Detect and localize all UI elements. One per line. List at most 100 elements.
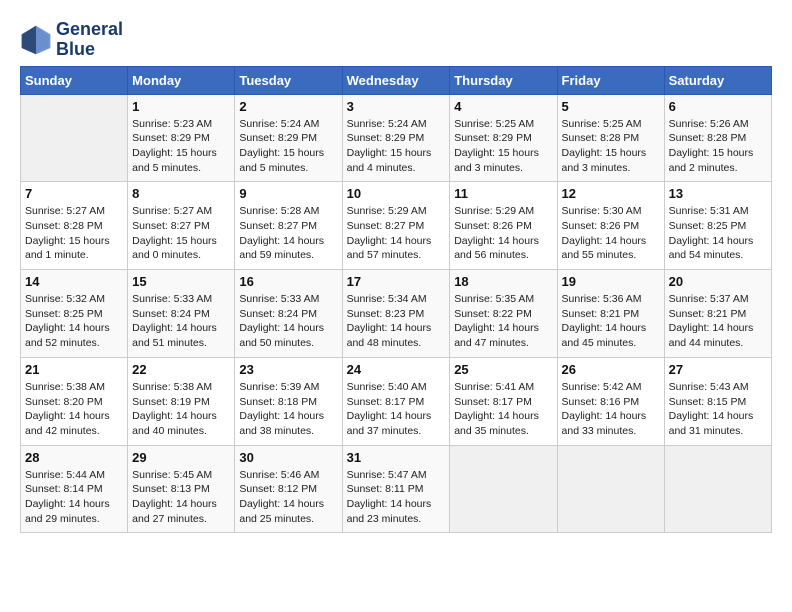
day-info: Sunrise: 5:33 AM Sunset: 8:24 PM Dayligh… — [132, 292, 230, 351]
day-info: Sunrise: 5:46 AM Sunset: 8:12 PM Dayligh… — [239, 468, 337, 527]
day-info: Sunrise: 5:36 AM Sunset: 8:21 PM Dayligh… — [562, 292, 660, 351]
day-number: 4 — [454, 99, 552, 114]
day-number: 20 — [669, 274, 767, 289]
day-number: 13 — [669, 186, 767, 201]
day-info: Sunrise: 5:38 AM Sunset: 8:19 PM Dayligh… — [132, 380, 230, 439]
calendar-cell — [21, 94, 128, 182]
day-info: Sunrise: 5:30 AM Sunset: 8:26 PM Dayligh… — [562, 204, 660, 263]
column-header-saturday: Saturday — [664, 66, 771, 94]
calendar-cell: 29 Sunrise: 5:45 AM Sunset: 8:13 PM Dayli… — [128, 445, 235, 533]
day-info: Sunrise: 5:31 AM Sunset: 8:25 PM Dayligh… — [669, 204, 767, 263]
day-number: 27 — [669, 362, 767, 377]
calendar-cell: 28 Sunrise: 5:44 AM Sunset: 8:14 PM Dayli… — [21, 445, 128, 533]
day-info: Sunrise: 5:41 AM Sunset: 8:17 PM Dayligh… — [454, 380, 552, 439]
day-info: Sunrise: 5:25 AM Sunset: 8:28 PM Dayligh… — [562, 117, 660, 176]
calendar-cell: 20 Sunrise: 5:37 AM Sunset: 8:21 PM Dayli… — [664, 270, 771, 358]
day-number: 17 — [347, 274, 446, 289]
calendar-cell: 13 Sunrise: 5:31 AM Sunset: 8:25 PM Dayli… — [664, 182, 771, 270]
calendar-cell — [664, 445, 771, 533]
calendar-cell: 23 Sunrise: 5:39 AM Sunset: 8:18 PM Dayli… — [235, 357, 342, 445]
calendar-cell: 10 Sunrise: 5:29 AM Sunset: 8:27 PM Dayli… — [342, 182, 450, 270]
day-number: 19 — [562, 274, 660, 289]
calendar-cell: 1Sunrise: 5:23 AM Sunset: 8:29 PM Daylig… — [128, 94, 235, 182]
calendar-week-3: 14Sunrise: 5:32 AM Sunset: 8:25 PM Dayli… — [21, 270, 772, 358]
calendar-cell: 19 Sunrise: 5:36 AM Sunset: 8:21 PM Dayli… — [557, 270, 664, 358]
page-header: General Blue — [20, 20, 772, 60]
column-header-thursday: Thursday — [450, 66, 557, 94]
calendar-cell: 25 Sunrise: 5:41 AM Sunset: 8:17 PM Dayli… — [450, 357, 557, 445]
calendar-cell — [557, 445, 664, 533]
calendar-week-4: 21 Sunrise: 5:38 AM Sunset: 8:20 PM Dayli… — [21, 357, 772, 445]
day-number: 5 — [562, 99, 660, 114]
day-number: 2 — [239, 99, 337, 114]
day-number: 23 — [239, 362, 337, 377]
day-number: 1 — [132, 99, 230, 114]
day-info: Sunrise: 5:24 AM Sunset: 8:29 PM Dayligh… — [239, 117, 337, 176]
day-number: 3 — [347, 99, 446, 114]
calendar-week-5: 28 Sunrise: 5:44 AM Sunset: 8:14 PM Dayli… — [21, 445, 772, 533]
calendar-cell: 12 Sunrise: 5:30 AM Sunset: 8:26 PM Dayli… — [557, 182, 664, 270]
day-info: Sunrise: 5:29 AM Sunset: 8:26 PM Dayligh… — [454, 204, 552, 263]
calendar-cell: 18 Sunrise: 5:35 AM Sunset: 8:22 PM Dayli… — [450, 270, 557, 358]
calendar-week-2: 7 Sunrise: 5:27 AM Sunset: 8:28 PM Daylig… — [21, 182, 772, 270]
day-number: 16 — [239, 274, 337, 289]
day-number: 26 — [562, 362, 660, 377]
day-info: Sunrise: 5:39 AM Sunset: 8:18 PM Dayligh… — [239, 380, 337, 439]
calendar-week-1: 1Sunrise: 5:23 AM Sunset: 8:29 PM Daylig… — [21, 94, 772, 182]
column-header-wednesday: Wednesday — [342, 66, 450, 94]
calendar-cell — [450, 445, 557, 533]
day-info: Sunrise: 5:32 AM Sunset: 8:25 PM Dayligh… — [25, 292, 123, 351]
calendar-cell: 8Sunrise: 5:27 AM Sunset: 8:27 PM Daylig… — [128, 182, 235, 270]
column-header-friday: Friday — [557, 66, 664, 94]
day-info: Sunrise: 5:45 AM Sunset: 8:13 PM Dayligh… — [132, 468, 230, 527]
logo: General Blue — [20, 20, 123, 60]
calendar-cell: 31 Sunrise: 5:47 AM Sunset: 8:11 PM Dayli… — [342, 445, 450, 533]
calendar-cell: 9 Sunrise: 5:28 AM Sunset: 8:27 PM Daylig… — [235, 182, 342, 270]
calendar-cell: 27 Sunrise: 5:43 AM Sunset: 8:15 PM Dayli… — [664, 357, 771, 445]
day-number: 15 — [132, 274, 230, 289]
day-info: Sunrise: 5:47 AM Sunset: 8:11 PM Dayligh… — [347, 468, 446, 527]
calendar-cell: 21 Sunrise: 5:38 AM Sunset: 8:20 PM Dayli… — [21, 357, 128, 445]
day-info: Sunrise: 5:35 AM Sunset: 8:22 PM Dayligh… — [454, 292, 552, 351]
day-number: 18 — [454, 274, 552, 289]
column-header-sunday: Sunday — [21, 66, 128, 94]
day-info: Sunrise: 5:27 AM Sunset: 8:28 PM Dayligh… — [25, 204, 123, 263]
day-number: 30 — [239, 450, 337, 465]
column-header-monday: Monday — [128, 66, 235, 94]
day-info: Sunrise: 5:28 AM Sunset: 8:27 PM Dayligh… — [239, 204, 337, 263]
calendar-cell: 6Sunrise: 5:26 AM Sunset: 8:28 PM Daylig… — [664, 94, 771, 182]
calendar-cell: 3 Sunrise: 5:24 AM Sunset: 8:29 PM Daylig… — [342, 94, 450, 182]
day-info: Sunrise: 5:34 AM Sunset: 8:23 PM Dayligh… — [347, 292, 446, 351]
day-info: Sunrise: 5:24 AM Sunset: 8:29 PM Dayligh… — [347, 117, 446, 176]
calendar-cell: 26Sunrise: 5:42 AM Sunset: 8:16 PM Dayli… — [557, 357, 664, 445]
day-info: Sunrise: 5:43 AM Sunset: 8:15 PM Dayligh… — [669, 380, 767, 439]
day-info: Sunrise: 5:27 AM Sunset: 8:27 PM Dayligh… — [132, 204, 230, 263]
day-info: Sunrise: 5:26 AM Sunset: 8:28 PM Dayligh… — [669, 117, 767, 176]
day-number: 31 — [347, 450, 446, 465]
day-number: 24 — [347, 362, 446, 377]
day-info: Sunrise: 5:40 AM Sunset: 8:17 PM Dayligh… — [347, 380, 446, 439]
day-info: Sunrise: 5:44 AM Sunset: 8:14 PM Dayligh… — [25, 468, 123, 527]
day-number: 29 — [132, 450, 230, 465]
calendar-cell: 7 Sunrise: 5:27 AM Sunset: 8:28 PM Daylig… — [21, 182, 128, 270]
day-number: 22 — [132, 362, 230, 377]
day-info: Sunrise: 5:29 AM Sunset: 8:27 PM Dayligh… — [347, 204, 446, 263]
calendar-cell: 24 Sunrise: 5:40 AM Sunset: 8:17 PM Dayli… — [342, 357, 450, 445]
calendar-cell: 4Sunrise: 5:25 AM Sunset: 8:29 PM Daylig… — [450, 94, 557, 182]
day-number: 25 — [454, 362, 552, 377]
day-number: 7 — [25, 186, 123, 201]
day-number: 12 — [562, 186, 660, 201]
calendar-cell: 2 Sunrise: 5:24 AM Sunset: 8:29 PM Daylig… — [235, 94, 342, 182]
calendar-cell: 17 Sunrise: 5:34 AM Sunset: 8:23 PM Dayli… — [342, 270, 450, 358]
day-number: 9 — [239, 186, 337, 201]
day-number: 28 — [25, 450, 123, 465]
day-number: 10 — [347, 186, 446, 201]
day-info: Sunrise: 5:38 AM Sunset: 8:20 PM Dayligh… — [25, 380, 123, 439]
logo-text: General Blue — [56, 20, 123, 60]
day-number: 11 — [454, 186, 552, 201]
calendar-table: SundayMondayTuesdayWednesdayThursdayFrid… — [20, 66, 772, 534]
day-info: Sunrise: 5:37 AM Sunset: 8:21 PM Dayligh… — [669, 292, 767, 351]
day-number: 21 — [25, 362, 123, 377]
calendar-cell: 16Sunrise: 5:33 AM Sunset: 8:24 PM Dayli… — [235, 270, 342, 358]
calendar-cell: 22 Sunrise: 5:38 AM Sunset: 8:19 PM Dayli… — [128, 357, 235, 445]
